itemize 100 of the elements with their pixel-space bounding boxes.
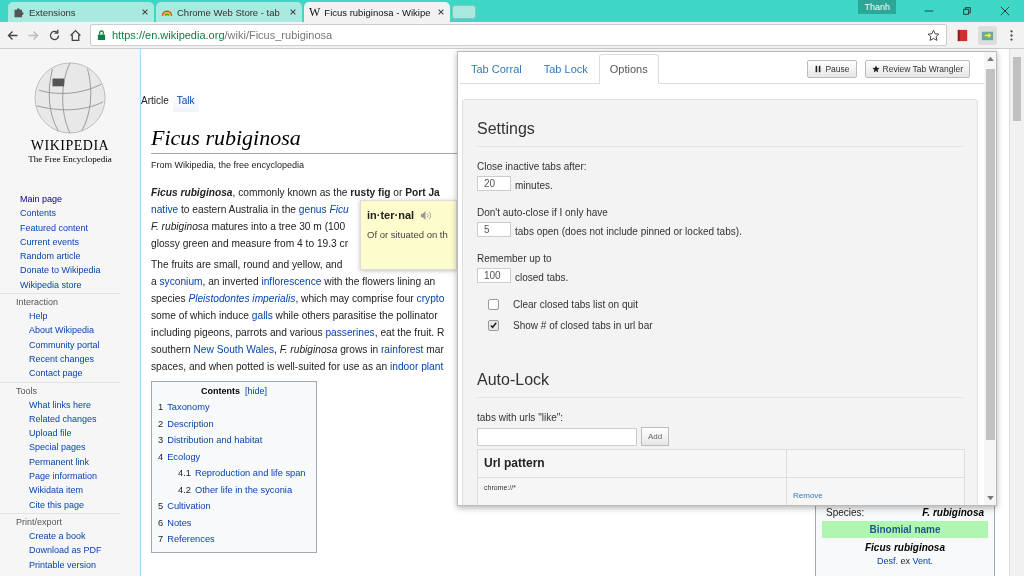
scroll-up-icon[interactable] bbox=[986, 56, 994, 61]
article-link[interactable]: syconium bbox=[159, 276, 203, 287]
toc-entry[interactable]: 4.1 Reproduction and life span bbox=[158, 465, 310, 482]
favicon: W bbox=[309, 4, 321, 20]
browser-tab[interactable]: Chrome Web Store - tab bbox=[156, 2, 302, 22]
toc-entry[interactable]: 6 Notes bbox=[158, 514, 310, 531]
sidebar-link[interactable]: Related changes bbox=[16, 411, 120, 427]
page-scrollbar[interactable] bbox=[1009, 49, 1024, 576]
sidebar-link[interactable]: Special pages bbox=[16, 440, 120, 455]
article-link[interactable]: native bbox=[151, 204, 179, 215]
browser-tab[interactable]: W Ficus rubiginosa - Wikipe bbox=[304, 2, 450, 22]
back-icon[interactable] bbox=[6, 28, 19, 42]
article-link[interactable]: rainforest bbox=[380, 344, 424, 355]
popup-tab[interactable]: Tab Lock bbox=[532, 54, 599, 84]
toc-entry[interactable]: 5 Cultivation bbox=[158, 498, 310, 515]
toc-entry[interactable]: 4 Ecology bbox=[158, 448, 310, 465]
number-field[interactable]: 100 bbox=[477, 268, 511, 283]
book-icon[interactable] bbox=[955, 27, 970, 43]
toc-entry[interactable]: 2 Description bbox=[158, 415, 310, 432]
setting-suffix: tabs open (does not include pinned or locked tabs). bbox=[515, 226, 742, 237]
article-text-line: a syconium, an inverted inflorescence with the flowers lining an bbox=[151, 275, 436, 289]
popup-button[interactable]: Pause bbox=[807, 59, 857, 78]
wiki-wordmark: WIKIPEDIA bbox=[30, 138, 110, 154]
sidebar-link[interactable]: Page information bbox=[16, 469, 120, 484]
extension-button[interactable] bbox=[978, 25, 997, 45]
sidebar-link[interactable]: Help bbox=[16, 309, 120, 324]
toc-entry[interactable]: 7 References bbox=[158, 531, 310, 548]
sidebar-link[interactable]: About Wikipedia bbox=[16, 323, 120, 338]
browser-tab[interactable]: Extensions bbox=[8, 2, 154, 22]
sidebar-heading: Tools bbox=[16, 384, 38, 398]
sidebar-link[interactable]: Community portal bbox=[16, 337, 120, 352]
setting-label: Don't auto-close if I only have bbox=[477, 207, 609, 218]
hide-link[interactable]: [hide] bbox=[245, 386, 267, 396]
article-link[interactable]: crypto bbox=[416, 293, 445, 304]
settings-heading: Settings bbox=[477, 120, 963, 147]
number-field[interactable]: 5 bbox=[477, 222, 511, 237]
article-link[interactable]: indoor plant bbox=[390, 361, 444, 372]
sidebar-link[interactable]: Permanent link bbox=[16, 454, 120, 470]
restore-icon[interactable] bbox=[962, 6, 972, 16]
sidebar-link[interactable]: Wikidata item bbox=[16, 483, 120, 498]
setting-suffix: minutes. bbox=[515, 180, 553, 191]
article-link[interactable]: inflorescence bbox=[261, 276, 322, 287]
popup-tab[interactable]: Options bbox=[598, 54, 659, 84]
toc-entry[interactable]: 3 Distribution and habitat bbox=[158, 432, 310, 449]
sidebar-link[interactable]: Recent changes bbox=[16, 351, 120, 367]
popup-scrollbar[interactable] bbox=[984, 52, 996, 505]
sidebar-link[interactable]: What links here bbox=[16, 397, 120, 412]
sidebar-link[interactable]: Upload file bbox=[16, 426, 120, 441]
sidebar-link[interactable]: Random article bbox=[20, 249, 120, 264]
url-pattern-field[interactable] bbox=[477, 428, 637, 446]
sidebar-link[interactable]: Featured content bbox=[20, 220, 120, 235]
checkbox[interactable] bbox=[488, 299, 499, 310]
article-link[interactable]: passerines bbox=[325, 327, 375, 338]
popup-tab[interactable]: Tab Corral bbox=[460, 54, 533, 84]
reload-icon[interactable] bbox=[48, 28, 61, 42]
close-icon[interactable] bbox=[141, 8, 149, 16]
close-icon[interactable] bbox=[289, 8, 297, 16]
sidebar-link[interactable]: Wikipedia store bbox=[20, 277, 120, 293]
sidebar-link[interactable]: Donate to Wikipedia bbox=[20, 263, 120, 278]
authority-link[interactable]: Vent. bbox=[912, 556, 934, 566]
article-text-line: including pigeons, parrots and various passerines, eat the fruit. R bbox=[151, 326, 445, 340]
sidebar-link[interactable]: Contents bbox=[20, 206, 120, 221]
article-link[interactable]: genus bbox=[298, 204, 330, 215]
dictionary-definition: Of or situated on th bbox=[367, 229, 449, 240]
star-icon bbox=[871, 64, 880, 73]
setting-label: Close inactive tabs after: bbox=[477, 161, 587, 172]
sidebar-link[interactable]: Create a book bbox=[16, 528, 120, 544]
article-text-line: southern New South Wales, F. rubiginosa grows in rainforest mar bbox=[151, 343, 444, 357]
bookmark-star-icon[interactable] bbox=[927, 28, 940, 42]
dictionary-word: in·ter·nal bbox=[367, 209, 415, 221]
authority-link[interactable]: Desf. bbox=[876, 556, 898, 566]
sidebar-link[interactable]: Contact page bbox=[16, 366, 120, 381]
sidebar-link[interactable]: Current events bbox=[20, 234, 120, 250]
checkbox[interactable] bbox=[488, 320, 499, 331]
close-icon[interactable] bbox=[437, 8, 445, 16]
home-icon[interactable] bbox=[69, 28, 82, 42]
url-field-label: tabs with urls "like": bbox=[477, 412, 563, 423]
sidebar-link[interactable]: Cite this page bbox=[16, 497, 120, 512]
article-text-line: some of which induce galls while others parasitise the pollinator bbox=[151, 309, 438, 323]
sidebar-link[interactable]: Printable version bbox=[16, 557, 120, 572]
puzzle-icon bbox=[13, 6, 25, 18]
contents-title: Contents bbox=[201, 386, 240, 396]
number-field[interactable]: 20 bbox=[477, 176, 511, 191]
article-text-line: glossy green and measure from 4 to 19.3 cr bbox=[151, 237, 349, 251]
article-text-line: species Pleistodontes imperialis, which may comprise four crypto bbox=[151, 292, 445, 306]
infobox-section-header: Binomial name bbox=[822, 521, 988, 538]
sidebar-link[interactable]: Download as PDF bbox=[16, 543, 120, 558]
sidebar-link[interactable]: Main page bbox=[20, 192, 120, 207]
article-link[interactable]: Ficu bbox=[329, 204, 349, 215]
popup-button[interactable]: Review Tab Wrangler bbox=[864, 59, 970, 78]
close-icon[interactable] bbox=[1000, 6, 1010, 16]
toc-entry[interactable]: 1 Taxonomy bbox=[158, 399, 310, 416]
lock-icon bbox=[97, 29, 106, 41]
remove-link[interactable]: Remove bbox=[793, 491, 823, 500]
globe-logo-icon[interactable] bbox=[31, 61, 109, 135]
address-bar[interactable]: https://en.wikipedia.org/wiki/Ficus_rubiginosa bbox=[90, 24, 947, 46]
add-button[interactable]: Add bbox=[641, 427, 670, 446]
speaker-icon[interactable] bbox=[420, 209, 432, 221]
toc-entry[interactable]: 4.2 Other life in the syconia bbox=[158, 481, 310, 498]
article-link[interactable]: galls bbox=[251, 310, 273, 321]
